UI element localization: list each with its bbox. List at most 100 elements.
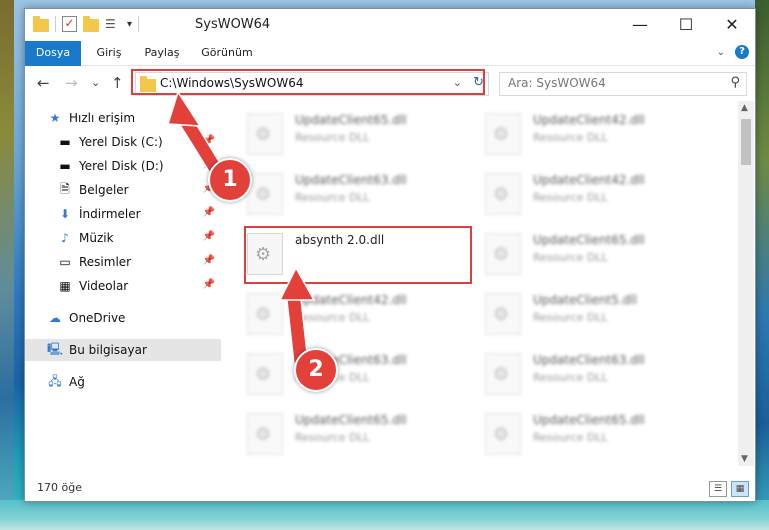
list-item[interactable]: UpdateClient42.dll Resource DLL	[485, 169, 705, 219]
quick-access-toolbar: ✓ ☰ ▾	[33, 15, 140, 32]
recent-locations-icon[interactable]: ⌄	[91, 76, 100, 89]
desktop-edge-left	[0, 0, 14, 530]
desktop-edge-right	[755, 0, 769, 530]
file-name: UpdateClient42.dll	[533, 113, 645, 127]
file-type: Resource DLL	[295, 311, 370, 324]
file-type: Resource DLL	[533, 251, 608, 264]
file-name: UpdateClient63.dll	[533, 353, 645, 367]
sidebar-item-downloads[interactable]: ⬇ İndirmeler 📌	[25, 203, 221, 225]
ribbon-tabs: Dosya Giriş Paylaş Görünüm ⌄ ?	[25, 41, 755, 91]
search-box[interactable]: Ara: SysWOW64 ⚲	[499, 72, 747, 96]
details-view-icon[interactable]: ☰	[709, 481, 727, 497]
documents-icon: 🗎	[60, 181, 70, 196]
list-item[interactable]: UpdateClient63.dll Resource DLL	[247, 349, 467, 399]
sidebar-item-pictures[interactable]: ▭ Resimler 📌	[25, 251, 221, 273]
list-item[interactable]: UpdateClient42.dll Resource DLL	[247, 289, 467, 339]
sidebar-item-label: Resimler	[79, 255, 132, 269]
vertical-scrollbar[interactable]: ▲ ▼	[738, 101, 754, 466]
scroll-up-icon[interactable]: ▲	[741, 103, 748, 113]
file-name: UpdateClient65.dll	[533, 413, 645, 427]
dll-file-icon	[485, 173, 521, 215]
close-button[interactable]: ✕	[709, 9, 755, 39]
download-icon: ⬇	[59, 207, 71, 221]
computer-icon: 🖳	[47, 341, 64, 356]
help-icon[interactable]: ?	[735, 45, 749, 59]
tiles-view-icon[interactable]: ▦	[731, 481, 749, 497]
window-controls: — ☐ ✕	[617, 9, 755, 39]
list-item[interactable]: UpdateClient65.dll Resource DLL	[247, 409, 467, 459]
pin-icon[interactable]: 📌	[203, 279, 215, 290]
forward-arrow-icon[interactable]: →	[65, 74, 78, 92]
ribbon-right: ⌄ ?	[717, 45, 749, 59]
sidebar-item-documents[interactable]: 🗎 Belgeler 📌	[25, 179, 221, 201]
navigation-pane: ★ Hızlı erişim ▬ Yerel Disk (C:) 📌 ▬ Yer…	[25, 101, 221, 466]
pin-icon[interactable]: 📌	[203, 231, 215, 242]
tab-share[interactable]: Paylaş	[137, 41, 187, 65]
properties-check-icon[interactable]: ✓	[62, 16, 77, 32]
dll-file-icon	[247, 113, 283, 155]
list-item[interactable]: UpdateClient65.dll Resource DLL	[485, 409, 705, 459]
sidebar-item-this-pc[interactable]: 🖳 Bu bilgisayar	[25, 339, 221, 361]
list-item[interactable]: UpdateClient65.dll Resource DLL	[247, 109, 467, 159]
file-type: Resource DLL	[533, 311, 608, 324]
back-arrow-icon[interactable]: ←	[37, 74, 50, 92]
file-name: UpdateClient65.dll	[295, 113, 407, 127]
scroll-down-icon[interactable]: ▼	[741, 454, 748, 464]
dll-file-icon	[247, 293, 283, 335]
file-name: UpdateClient5.dll	[533, 293, 637, 307]
sidebar-item-music[interactable]: ♪ Müzik 📌	[25, 227, 221, 249]
sidebar-item-label: Hızlı erişim	[69, 111, 136, 125]
sidebar-item-label: Yerel Disk (D:)	[79, 159, 164, 173]
sidebar-item-label: Yerel Disk (C:)	[79, 135, 163, 149]
tab-home[interactable]: Giriş	[87, 41, 131, 65]
file-type: Resource DLL	[295, 431, 370, 444]
sidebar-item-disk-c[interactable]: ▬ Yerel Disk (C:) 📌	[25, 131, 221, 153]
list-item[interactable]: UpdateClient5.dll Resource DLL	[485, 289, 705, 339]
view-switcher: ☰ ▦	[709, 481, 749, 497]
dll-file-icon	[485, 113, 521, 155]
sidebar-item-label: İndirmeler	[79, 207, 141, 221]
search-placeholder[interactable]: Ara: SysWOW64	[508, 76, 606, 90]
scroll-thumb[interactable]	[741, 119, 751, 165]
dll-file-icon	[247, 353, 283, 395]
file-type: Resource DLL	[295, 191, 370, 204]
address-highlight-box	[131, 69, 485, 95]
up-arrow-icon[interactable]: ↑	[111, 74, 124, 92]
star-icon: ★	[49, 111, 61, 125]
file-type: Resource DLL	[533, 191, 608, 204]
tab-view[interactable]: Görünüm	[195, 41, 259, 65]
customize-icon[interactable]: ☰	[105, 17, 121, 31]
file-name: UpdateClient63.dll	[295, 173, 407, 187]
pin-icon[interactable]: 📌	[203, 207, 215, 218]
desktop-edge-bottom	[0, 500, 769, 530]
expand-ribbon-icon[interactable]: ⌄	[717, 47, 725, 58]
dll-file-icon	[247, 173, 283, 215]
file-type: Resource DLL	[533, 371, 608, 384]
search-icon[interactable]: ⚲	[730, 75, 740, 90]
drive-icon: ▬	[59, 135, 71, 149]
file-type: Resource DLL	[533, 131, 608, 144]
list-item[interactable]: UpdateClient63.dll Resource DLL	[247, 169, 467, 219]
toolbar-divider	[55, 16, 56, 32]
minimize-button[interactable]: —	[617, 9, 663, 39]
step-1-badge: 1	[208, 158, 252, 202]
pin-icon[interactable]: 📌	[203, 255, 215, 266]
sidebar-item-onedrive[interactable]: ☁ OneDrive	[25, 307, 221, 329]
file-highlight-box	[244, 226, 472, 284]
new-folder-icon[interactable]	[83, 15, 99, 32]
pin-icon[interactable]: 📌	[203, 135, 215, 146]
qat-dropdown-icon[interactable]: ▾	[127, 19, 132, 30]
step-2-badge: 2	[294, 348, 338, 392]
list-item[interactable]: UpdateClient63.dll Resource DLL	[485, 349, 705, 399]
dll-file-icon	[485, 233, 521, 275]
maximize-button[interactable]: ☐	[663, 9, 709, 39]
sidebar-item-videos[interactable]: ▦ Videolar 📌	[25, 275, 221, 297]
sidebar-item-network[interactable]: 🖧 Ağ	[25, 371, 221, 393]
dll-file-icon	[485, 293, 521, 335]
sidebar-item-quick-access[interactable]: ★ Hızlı erişim	[25, 107, 221, 129]
list-item[interactable]: UpdateClient65.dll Resource DLL	[485, 229, 705, 279]
item-count: 170 öğe	[37, 481, 82, 494]
sidebar-item-disk-d[interactable]: ▬ Yerel Disk (D:) 📌	[25, 155, 221, 177]
file-type: Resource DLL	[533, 431, 608, 444]
list-item[interactable]: UpdateClient42.dll Resource DLL	[485, 109, 705, 159]
